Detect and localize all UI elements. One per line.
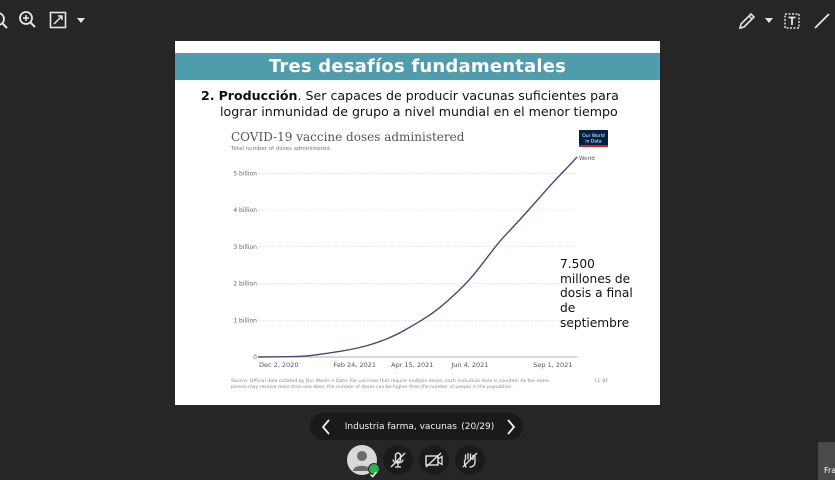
fullscreen-icon[interactable]: [49, 11, 67, 29]
slide-navigation: Industria farma, vacunas y ac... (20/29): [310, 413, 523, 440]
line-tool-icon[interactable]: [812, 11, 832, 31]
note-line: dosis a final: [560, 286, 633, 301]
chart-subtitle: Total number of doses administered.: [230, 146, 332, 152]
x-tick-label: Apr 15, 2021: [391, 361, 433, 369]
y-tick-label: 2 billion: [233, 281, 257, 288]
vaccine-doses-chart: COVID-19 vaccine doses administered Tota…: [230, 130, 608, 390]
y-tick-label: 3 billion: [233, 244, 257, 251]
owid-logo: Our World in Data: [579, 130, 608, 147]
note-line: millones de: [560, 271, 631, 286]
chevron-left-icon[interactable]: [314, 418, 339, 435]
x-tick-label: Sep 1, 2021: [533, 361, 572, 369]
zoom-out-icon[interactable]: [0, 10, 10, 30]
participant-name: Fra: [824, 466, 835, 475]
series-label-world: World: [579, 156, 595, 162]
caret-down-icon[interactable]: [76, 16, 86, 24]
zoom-in-icon[interactable]: [18, 10, 38, 30]
participant-thumbnail[interactable]: Fra: [818, 442, 835, 480]
slide: Tres desafíos fundamentales 2. Producción…: [175, 41, 660, 405]
pen-icon[interactable]: [737, 11, 757, 31]
y-tick-label: 4 billion: [233, 207, 257, 214]
status-badge: [368, 463, 380, 478]
note-line: de: [560, 301, 576, 316]
x-tick-label: Dec 2, 2020: [259, 361, 298, 369]
chart-title: COVID-19 vaccine doses administered: [231, 130, 465, 144]
y-tick-label: 0: [253, 354, 257, 361]
pen-caret-down-icon[interactable]: [764, 16, 774, 24]
chart-source-note: Source: Official data collated by Our Wo…: [231, 378, 550, 390]
camera-off-icon[interactable]: [419, 445, 449, 475]
owid-logo-line-1: Our World: [582, 133, 605, 139]
mic-off-icon[interactable]: [383, 445, 413, 475]
note-line: septiembre: [560, 315, 630, 330]
page-counter: (20/29): [461, 421, 495, 432]
chevron-right-icon[interactable]: [498, 418, 523, 435]
doses-note: 7.500 millones de dosis a final de septiembr…: [560, 257, 650, 331]
note-line: 7.500: [560, 257, 595, 271]
y-tick-label: 5 billion: [233, 170, 257, 177]
x-tick-label: Jun 4, 2021: [450, 361, 488, 369]
text-tool-icon[interactable]: [782, 11, 802, 31]
chart-license: CC BY: [594, 378, 608, 384]
series-line-world: [257, 156, 578, 358]
raise-hand-icon[interactable]: [455, 445, 485, 475]
presentation-viewer: Tres desafíos fundamentales 2. Producción…: [0, 0, 835, 480]
presentation-title: Industria farma, vacunas y ac...: [344, 421, 457, 432]
owid-logo-line-2: in Data: [585, 139, 602, 145]
x-tick-label: Feb 24, 2021: [333, 361, 376, 369]
y-tick-label: 1 billion: [233, 317, 257, 324]
